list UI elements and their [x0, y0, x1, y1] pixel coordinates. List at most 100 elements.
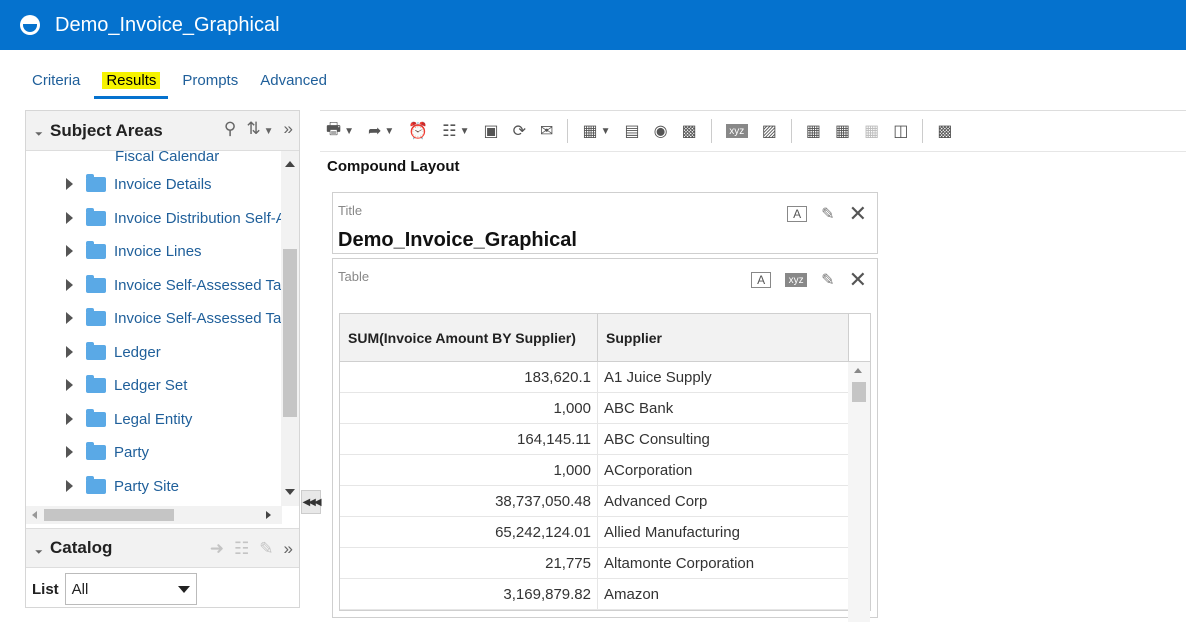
scroll-up-icon[interactable] [285, 161, 295, 167]
tree-item[interactable]: Invoice Self-Assessed Ta [26, 305, 281, 331]
search-icon[interactable]: ⚲ [224, 119, 236, 139]
column-header[interactable]: Supplier [598, 314, 848, 361]
subject-areas-tree: Fiscal Calendar Invoice Details Invoice … [26, 151, 282, 506]
scrollbar-thumb[interactable] [44, 509, 174, 521]
format-text-icon[interactable]: A [787, 206, 808, 222]
scrollbar-thumb[interactable] [283, 249, 297, 417]
schedule-icon[interactable]: ⏰ [408, 121, 428, 141]
add-table-icon[interactable]: ▩ [682, 121, 697, 141]
table-row: 21,775 Altamonte Corporation [340, 548, 870, 579]
tab-advanced[interactable]: Advanced [250, 66, 337, 93]
column-header[interactable]: SUM(Invoice Amount BY Supplier) [340, 314, 598, 361]
new-view-icon[interactable]: ▦ ▼ [582, 121, 610, 141]
supplier-cell: A1 Juice Supply [604, 368, 712, 386]
tab-results[interactable]: Results [92, 66, 170, 99]
edit-icon[interactable]: ✎ [821, 204, 834, 224]
narrative-icon[interactable]: xyz [725, 124, 748, 138]
tree-item[interactable]: Ledger [26, 339, 161, 365]
expand-arrow-icon[interactable] [66, 245, 73, 257]
tree-item[interactable]: Invoice Self-Assessed Ta [26, 272, 281, 298]
export-icon[interactable]: ➦ ▼ [368, 121, 394, 141]
collapse-panel-button[interactable]: ◀◀◀ [301, 490, 322, 514]
narrative-icon[interactable]: xyz [785, 273, 808, 287]
print-icon[interactable]: 🖶 ▼ [326, 121, 354, 141]
add-view-icon[interactable]: ▤ [624, 121, 639, 141]
tree-item[interactable]: Legal Entity [26, 406, 192, 432]
subject-areas-header: Subject Areas ⚲ ⇅ ▼ » [26, 111, 299, 151]
print-options-icon[interactable]: ☷ ▼ [442, 121, 469, 141]
edit-icon[interactable]: ✎ [821, 270, 834, 290]
expand-arrow-icon[interactable] [66, 178, 73, 190]
scroll-right-icon[interactable] [266, 511, 271, 519]
scroll-left-icon[interactable] [32, 511, 37, 519]
expand-panel-icon[interactable]: » [284, 119, 293, 139]
tree-item[interactable]: Fiscal Calendar [26, 151, 219, 169]
expand-arrow-icon[interactable] [66, 379, 73, 391]
expand-arrow-icon[interactable] [66, 413, 73, 425]
folder-icon [86, 341, 106, 360]
expand-arrow-icon[interactable] [66, 212, 73, 224]
tree-item[interactable]: Invoice Lines [26, 238, 202, 264]
supplier-cell: Altamonte Corporation [604, 554, 755, 572]
sort-icon[interactable]: ⇅ ▼ [246, 119, 273, 139]
tree-item-label: Ledger Set [114, 376, 188, 394]
tree-item-label: Party Site [114, 477, 180, 495]
tab-criteria[interactable]: Criteria [22, 66, 90, 93]
editor-tabs: Criteria Results Prompts Advanced [22, 66, 339, 99]
close-icon[interactable]: ✕ [849, 267, 867, 293]
table-row: 3,169,879.82 Amazon [340, 579, 870, 610]
title-view: Title A ✎ ✕ Demo_Invoice_Graphical [332, 192, 878, 254]
add-chart-icon[interactable]: ◉ [654, 121, 668, 141]
arrow-right-icon: ➜ [209, 539, 225, 558]
table-vertical-scrollbar[interactable] [848, 362, 870, 622]
table-header-row: SUM(Invoice Amount BY Supplier) Supplier [340, 314, 870, 362]
email-icon[interactable]: ✉ [540, 121, 553, 141]
view-label: Table [338, 269, 370, 284]
scroll-up-icon[interactable] [854, 368, 862, 373]
tree-item-label: Party [114, 443, 150, 461]
collapse-icon[interactable] [31, 542, 43, 554]
collapse-icon[interactable] [31, 125, 43, 136]
folder-icon [86, 408, 106, 427]
tree-item[interactable]: Invoice Details [26, 171, 212, 197]
catalog-title: Catalog [50, 538, 113, 557]
create-layout-icon[interactable]: ▦ [806, 121, 821, 141]
tree-item-label: Ledger [114, 343, 161, 361]
tree-item[interactable]: Party Site [26, 473, 179, 499]
expand-arrow-icon[interactable] [66, 346, 73, 358]
tree-item-label: Legal Entity [114, 410, 193, 428]
edit-icon: ✎ [259, 539, 274, 558]
amount-cell: 38,737,050.48 [340, 486, 598, 516]
tab-prompts[interactable]: Prompts [172, 66, 248, 93]
tree-item-label: Fiscal Calendar [115, 151, 220, 165]
tree-vertical-scrollbar[interactable] [281, 151, 299, 506]
tree-item[interactable]: Ledger Set [26, 372, 187, 398]
expand-arrow-icon[interactable] [66, 446, 73, 458]
subject-areas-title: Subject Areas [50, 120, 163, 140]
scroll-down-icon[interactable] [285, 489, 295, 495]
duplicate-layout-icon[interactable]: ▦ [835, 121, 850, 141]
supplier-cell: Amazon [604, 585, 660, 603]
toolbar-divider [567, 119, 569, 143]
refresh-icon[interactable]: ⟳ [513, 121, 526, 141]
expand-arrow-icon[interactable] [66, 480, 73, 492]
close-icon[interactable]: ✕ [849, 201, 867, 227]
text-icon[interactable]: ▨ [762, 121, 777, 141]
preview-icon[interactable]: ▣ [484, 121, 499, 141]
amount-cell: 164,145.11 [340, 424, 598, 454]
list-select[interactable]: All [64, 573, 197, 605]
format-text-icon[interactable]: A [751, 272, 772, 288]
expand-arrow-icon[interactable] [66, 312, 73, 324]
supplier-cell: Allied Manufacturing [604, 523, 740, 541]
scrollbar-thumb[interactable] [852, 382, 866, 402]
expand-panel-icon[interactable]: » [284, 539, 293, 559]
advanced-options-icon[interactable]: ▩ [937, 121, 952, 141]
expand-arrow-icon[interactable] [66, 279, 73, 291]
amount-cell: 183,620.1 [340, 362, 598, 392]
list-select-value: All [71, 580, 89, 598]
tree-item[interactable]: Invoice Distribution Self-A [26, 205, 282, 231]
layout-properties-icon[interactable]: ◫ [893, 121, 908, 141]
tree-item[interactable]: Party [26, 439, 149, 465]
tree-horizontal-scrollbar[interactable] [26, 506, 282, 524]
folder-icon [86, 274, 106, 293]
